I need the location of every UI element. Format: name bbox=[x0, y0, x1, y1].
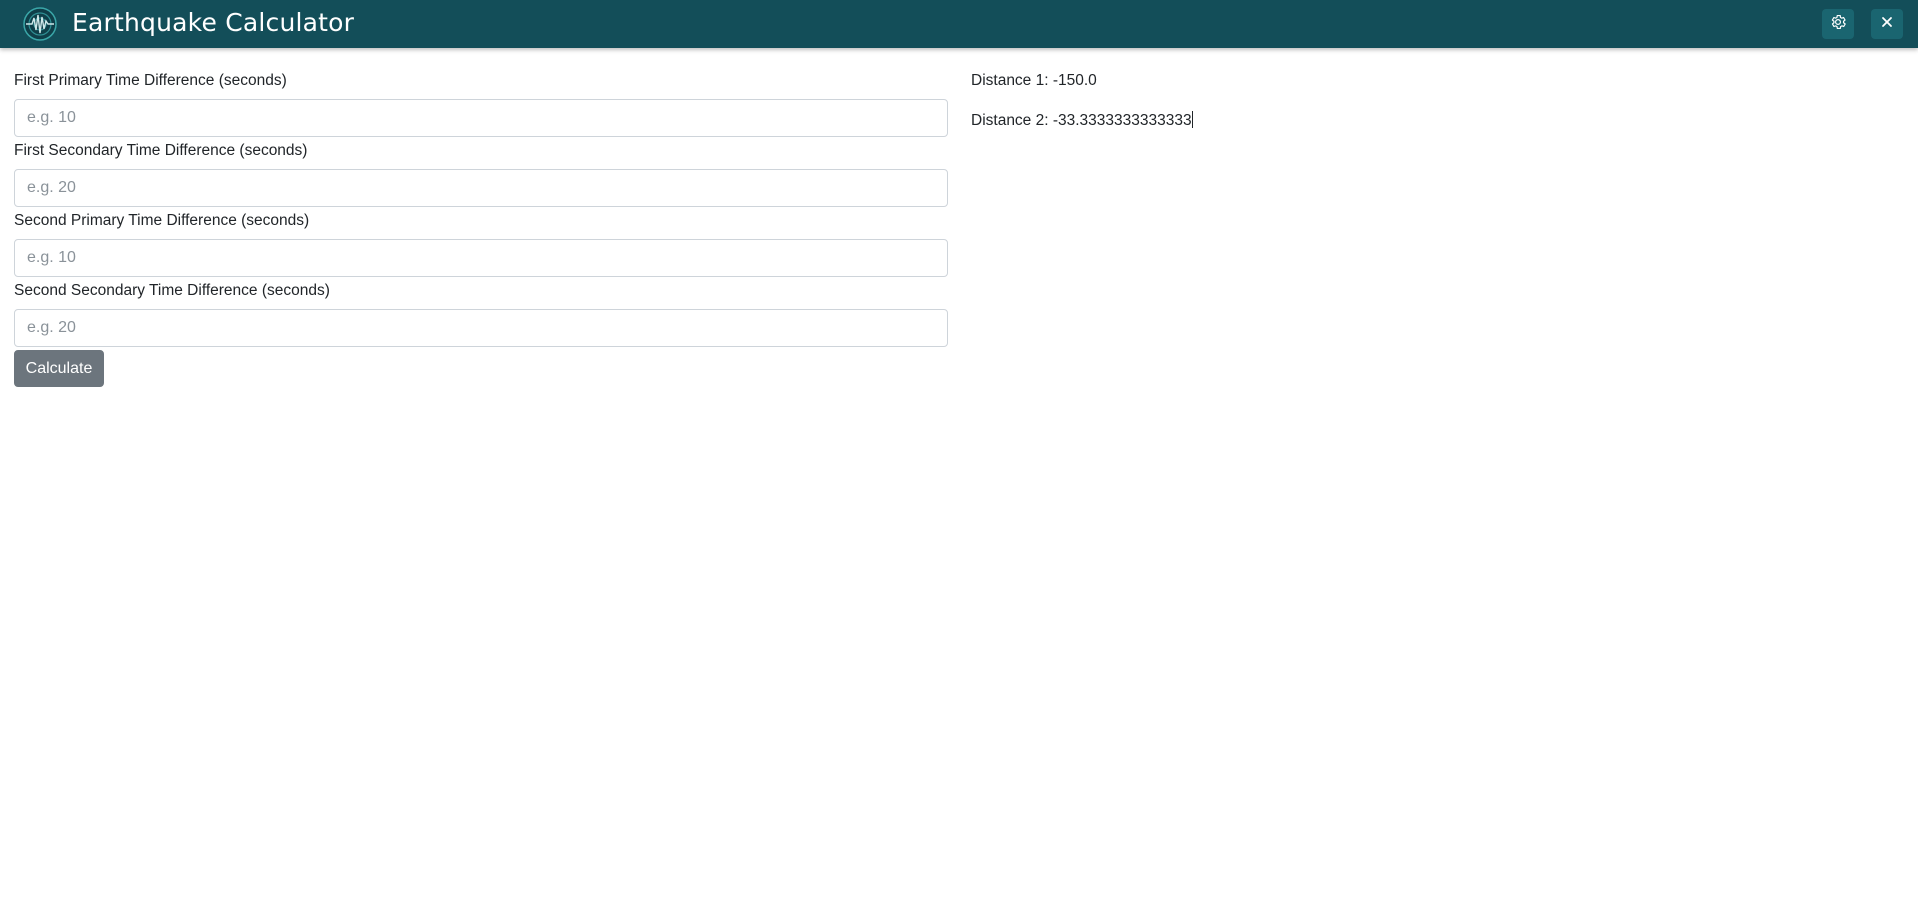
results-panel: Distance 1: -150.0 Distance 2: -33.33333… bbox=[971, 70, 1871, 150]
first-secondary-label: First Secondary Time Difference (seconds… bbox=[14, 142, 308, 159]
second-primary-label: Second Primary Time Difference (seconds) bbox=[14, 212, 310, 229]
distance-1-result: Distance 1: -150.0 bbox=[971, 70, 1871, 91]
text-caret bbox=[1191, 111, 1193, 128]
settings-button[interactable] bbox=[1822, 9, 1854, 39]
distance-2-text: Distance 2: -33.3333333333333 bbox=[971, 112, 1192, 129]
first-secondary-input[interactable] bbox=[14, 169, 948, 207]
seismograph-globe-icon bbox=[22, 6, 58, 42]
first-primary-input[interactable] bbox=[14, 99, 948, 137]
close-button[interactable] bbox=[1871, 9, 1903, 39]
distance-2-result: Distance 2: -33.3333333333333 bbox=[971, 110, 1871, 131]
second-primary-input[interactable] bbox=[14, 239, 948, 277]
title-bar: Earthquake Calculator bbox=[0, 0, 1918, 48]
first-primary-label: First Primary Time Difference (seconds) bbox=[14, 72, 287, 89]
second-secondary-label: Second Secondary Time Difference (second… bbox=[14, 282, 330, 299]
time-difference-form: First Primary Time Difference (seconds) … bbox=[14, 70, 948, 387]
close-icon bbox=[1880, 15, 1894, 34]
distance-1-text: Distance 1: -150.0 bbox=[971, 72, 1097, 89]
app-title: Earthquake Calculator bbox=[72, 8, 355, 37]
calculate-button[interactable]: Calculate bbox=[14, 350, 104, 387]
second-secondary-input[interactable] bbox=[14, 309, 948, 347]
gear-icon bbox=[1829, 13, 1847, 36]
